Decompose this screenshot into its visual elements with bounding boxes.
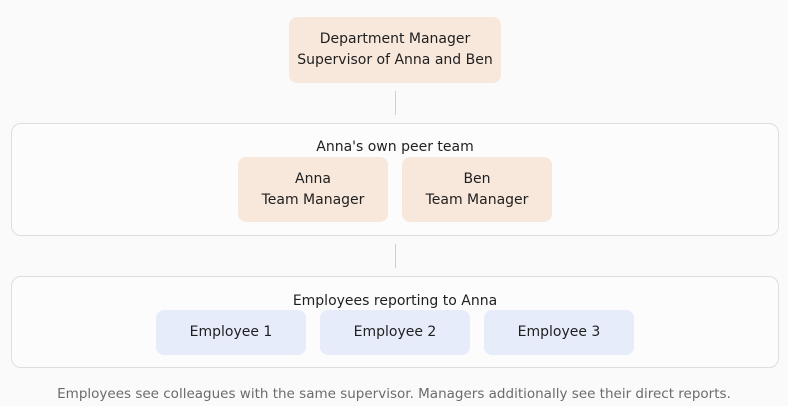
- connector-peers-to-reports: [395, 244, 396, 268]
- anna-node: Anna Team Manager: [238, 157, 388, 222]
- department-manager-node: Department Manager Supervisor of Anna an…: [289, 17, 501, 83]
- ben-node: Ben Team Manager: [402, 157, 552, 222]
- department-manager-subtitle: Supervisor of Anna and Ben: [297, 52, 493, 68]
- ben-name: Ben: [463, 170, 491, 187]
- visibility-caption: Employees see colleagues with the same s…: [57, 386, 731, 402]
- employee-1-name: Employee 1: [189, 324, 273, 340]
- anna-role: Team Manager: [261, 191, 365, 208]
- anna-name: Anna: [295, 170, 331, 187]
- employee-2-name: Employee 2: [353, 324, 437, 340]
- employee-1-node: Employee 1: [156, 310, 306, 355]
- peer-team-group: Anna's own peer team: [11, 123, 779, 236]
- department-manager-title: Department Manager: [319, 31, 471, 47]
- direct-reports-title: Employees reporting to Anna: [292, 293, 498, 309]
- connector-top-to-peers: [395, 91, 396, 115]
- employee-2-node: Employee 2: [320, 310, 470, 355]
- ben-role: Team Manager: [425, 191, 529, 208]
- employee-3-name: Employee 3: [517, 324, 601, 340]
- peer-team-title: Anna's own peer team: [316, 139, 474, 155]
- employee-3-node: Employee 3: [484, 310, 634, 355]
